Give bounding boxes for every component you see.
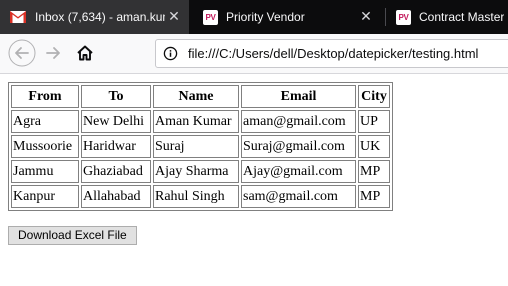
page-content: From To Name Email City Agra New Delhi A… [8, 82, 393, 211]
table-row: Kanpur Allahabad Rahul Singh sam@gmail.c… [11, 185, 390, 208]
cell-name: Suraj [153, 135, 239, 158]
pv-icon: PV [203, 9, 218, 25]
cell-city: UP [358, 110, 390, 133]
cell-email: Ajay@gmail.com [241, 160, 356, 183]
address-bar[interactable]: file:///C:/Users/dell/Desktop/datepicker… [155, 39, 508, 68]
cell-from: Jammu [11, 160, 79, 183]
cell-from: Kanpur [11, 185, 79, 208]
table-header-row: From To Name Email City [11, 85, 390, 108]
cell-to: Allahabad [81, 185, 151, 208]
tab-title: Priority Vendor [226, 10, 305, 24]
info-icon[interactable] [163, 46, 178, 61]
close-icon[interactable]: ✕ [167, 9, 181, 23]
tab-inbox[interactable]: Inbox (7,634) - aman.kumar ✕ [0, 0, 189, 34]
cell-email: aman@gmail.com [241, 110, 356, 133]
cell-email: Suraj@gmail.com [241, 135, 356, 158]
gmail-icon [10, 11, 26, 23]
back-arrow-icon [8, 39, 36, 67]
cell-name: Aman Kumar [153, 110, 239, 133]
back-button[interactable] [8, 39, 36, 67]
cell-city: MP [358, 160, 390, 183]
navigation-toolbar: file:///C:/Users/dell/Desktop/datepicker… [0, 34, 508, 74]
cell-from: Agra [11, 110, 79, 133]
cell-to: Haridwar [81, 135, 151, 158]
close-icon[interactable]: ✕ [359, 9, 373, 23]
column-header-from: From [11, 85, 79, 108]
cell-to: New Delhi [81, 110, 151, 133]
column-header-city: City [358, 85, 390, 108]
cell-to: Ghaziabad [81, 160, 151, 183]
column-header-email: Email [241, 85, 356, 108]
tab-strip: Inbox (7,634) - aman.kumar ✕ PV Priority… [0, 0, 508, 34]
cell-city: UK [358, 135, 390, 158]
cell-from: Mussoorie [11, 135, 79, 158]
table-row: Jammu Ghaziabad Ajay Sharma Ajay@gmail.c… [11, 160, 390, 183]
url-text: file:///C:/Users/dell/Desktop/datepicker… [188, 46, 479, 61]
pv-icon: PV [396, 9, 411, 25]
data-table: From To Name Email City Agra New Delhi A… [8, 82, 393, 211]
forward-button[interactable] [39, 39, 67, 67]
cell-email: sam@gmail.com [241, 185, 356, 208]
column-header-to: To [81, 85, 151, 108]
tab-title: Inbox (7,634) - aman.kumar [35, 10, 165, 24]
column-header-name: Name [153, 85, 239, 108]
forward-arrow-icon [46, 47, 60, 59]
home-button[interactable] [71, 39, 99, 67]
table-row: Agra New Delhi Aman Kumar aman@gmail.com… [11, 110, 390, 133]
cell-name: Rahul Singh [153, 185, 239, 208]
table-row: Mussoorie Haridwar Suraj Suraj@gmail.com… [11, 135, 390, 158]
tab-title: Contract Master [419, 10, 505, 24]
tab-priority-vendor[interactable]: PV Priority Vendor ✕ [191, 0, 385, 34]
home-icon [77, 45, 93, 61]
tab-contract-master[interactable]: PV Contract Master [386, 0, 508, 34]
cell-city: MP [358, 185, 390, 208]
download-excel-button[interactable]: Download Excel File [8, 226, 137, 245]
cell-name: Ajay Sharma [153, 160, 239, 183]
